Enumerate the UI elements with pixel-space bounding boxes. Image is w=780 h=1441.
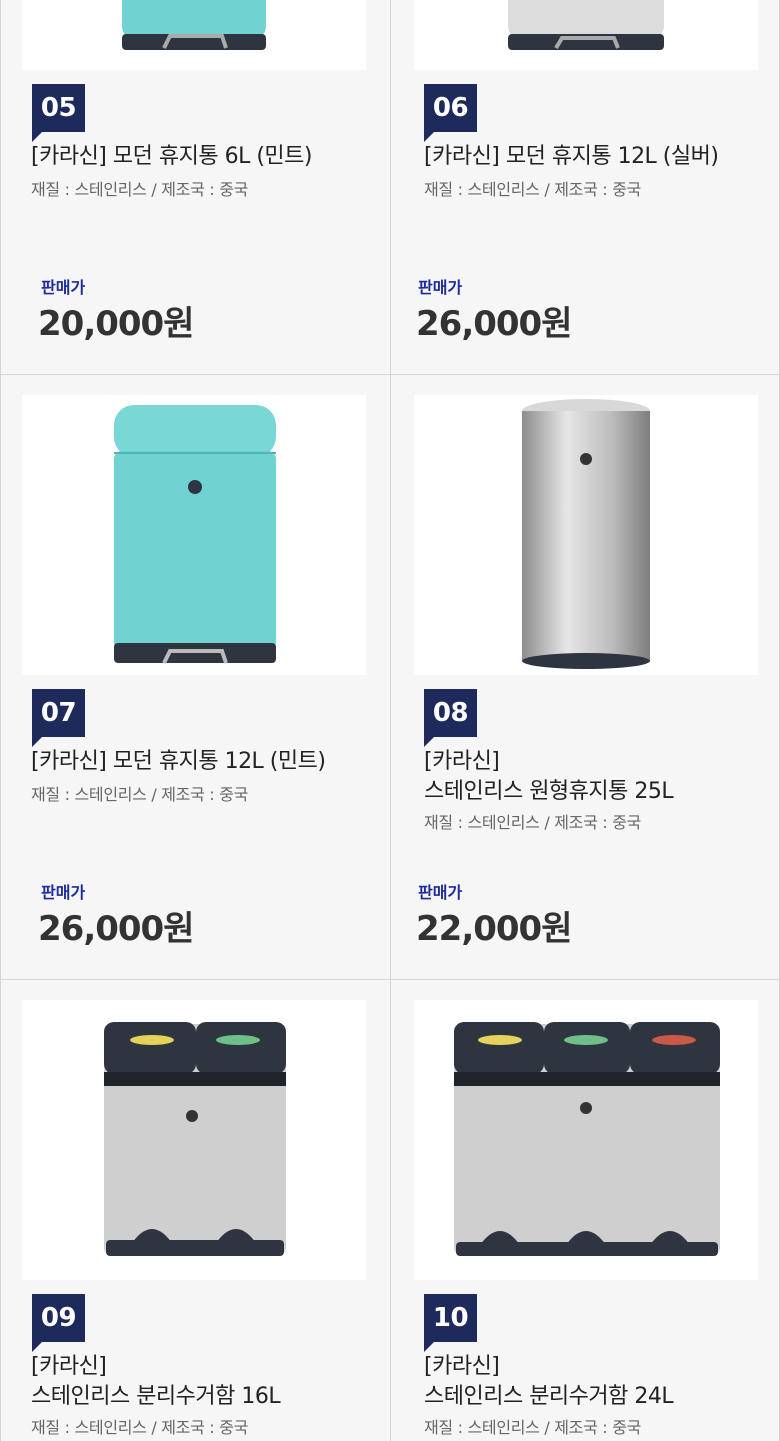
product-price: 20,000원 [38, 304, 194, 344]
product-image[interactable] [22, 1000, 366, 1280]
product-spec: 재질 : 스테인리스 / 제조국 : 중국 [31, 1418, 249, 1437]
product-card-07[interactable]: 07 [카라신] 모던 휴지통 12L (민트) 재질 : 스테인리스 / 제조… [0, 375, 390, 979]
product-number-badge: 10 [424, 1294, 477, 1352]
price-label: 판매가 [41, 883, 86, 902]
product-spec: 재질 : 스테인리스 / 제조국 : 중국 [424, 180, 642, 199]
product-card-09[interactable]: 09 [카라신] 스테인리스 분리수거함 16L 재질 : 스테인리스 / 제조… [0, 980, 390, 1441]
product-price: 22,000원 [416, 909, 572, 949]
product-title[interactable]: [카라신] [31, 1352, 376, 1382]
recycling-bin-24l-image [454, 1022, 720, 1256]
product-card-10[interactable]: 10 [카라신] 스테인리스 분리수거함 24L 재질 : 스테인리스 / 제조… [390, 980, 780, 1441]
product-card-05[interactable]: 05 [카라신] 모던 휴지통 6L (민트) 재질 : 스테인리스 / 제조국… [0, 0, 390, 374]
product-spec: 재질 : 스테인리스 / 제조국 : 중국 [31, 785, 249, 804]
product-grid: 05 [카라신] 모던 휴지통 6L (민트) 재질 : 스테인리스 / 제조국… [0, 0, 780, 1441]
product-spec: 재질 : 스테인리스 / 제조국 : 중국 [31, 180, 249, 199]
product-number-badge: 06 [424, 84, 477, 142]
product-image[interactable] [22, 0, 366, 70]
mint-trash-can-12l-image [114, 405, 276, 664]
product-title[interactable]: [카라신] 모던 휴지통 12L (실버) [424, 142, 769, 172]
product-card-06[interactable]: 06 [카라신] 모던 휴지통 12L (실버) 재질 : 스테인리스 / 제조… [390, 0, 780, 374]
product-number-badge: 08 [424, 689, 477, 747]
product-image[interactable] [22, 395, 366, 675]
price-label: 판매가 [418, 278, 463, 297]
product-title-line2[interactable]: 스테인리스 분리수거함 16L [31, 1382, 376, 1412]
product-image[interactable] [414, 1000, 758, 1280]
product-image[interactable] [414, 0, 758, 70]
product-card-08[interactable]: 08 [카라신] 스테인리스 원형휴지통 25L 재질 : 스테인리스 / 제조… [390, 375, 780, 979]
product-spec: 재질 : 스테인리스 / 제조국 : 중국 [424, 813, 642, 832]
price-label: 판매가 [41, 278, 86, 297]
product-title[interactable]: [카라신] [424, 1352, 769, 1382]
silver-trash-can-12l-image [508, 0, 664, 50]
product-number-badge: 05 [32, 84, 85, 142]
price-label: 판매가 [418, 883, 463, 902]
product-spec: 재질 : 스테인리스 / 제조국 : 중국 [424, 1418, 642, 1437]
recycling-bin-16l-image [104, 1022, 286, 1256]
product-number-badge: 09 [32, 1294, 85, 1352]
product-title-line2[interactable]: 스테인리스 분리수거함 24L [424, 1382, 769, 1412]
product-title[interactable]: [카라신] 모던 휴지통 12L (민트) [31, 747, 376, 777]
round-trash-can-25l-image [522, 399, 650, 669]
product-image[interactable] [414, 395, 758, 675]
product-price: 26,000원 [416, 304, 572, 344]
product-price: 26,000원 [38, 909, 194, 949]
product-title[interactable]: [카라신] [424, 747, 769, 777]
product-number-badge: 07 [32, 689, 85, 747]
product-title[interactable]: [카라신] 모던 휴지통 6L (민트) [31, 142, 376, 172]
product-title-line2[interactable]: 스테인리스 원형휴지통 25L [424, 777, 769, 807]
mint-trash-can-6l-image [122, 0, 266, 50]
